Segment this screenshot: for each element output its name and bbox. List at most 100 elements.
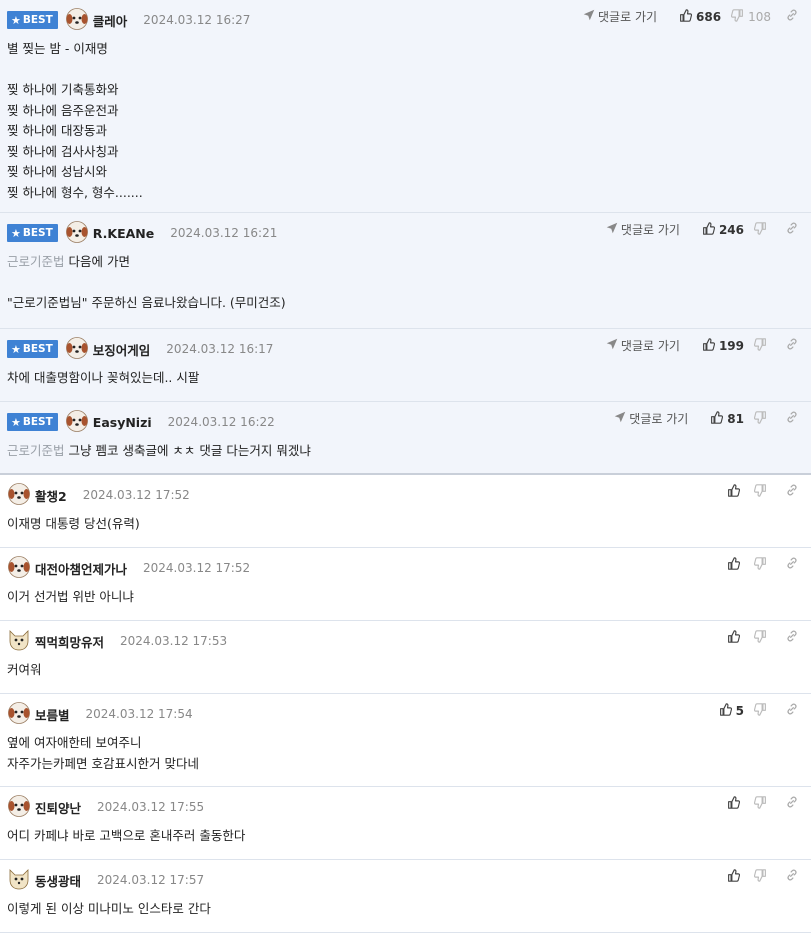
link-icon[interactable] [785,410,799,427]
link-icon[interactable] [785,483,799,500]
upvote-button[interactable] [727,795,744,812]
best-comment: ★ BEST 보징어게임 2024.03.12 16:17 댓글로 가기 199 차에 대출… [0,329,811,402]
upvote-button[interactable] [727,483,744,500]
comment-body: 커여워 [7,652,811,691]
mention-tag[interactable]: 근로기준법 [7,254,65,269]
nickname[interactable]: 활챙2 [35,486,67,505]
best-label: BEST [22,14,53,26]
downvote-button[interactable] [753,483,771,500]
link-icon[interactable] [785,8,799,25]
upvote-button[interactable] [727,868,744,885]
comment-actions [717,629,799,646]
comment-text: 커여워 [7,662,42,677]
downvote-button[interactable] [753,556,771,573]
comment-header: 대전아챔언제가나 2024.03.12 17:52 [7,555,811,582]
nickname[interactable]: R.KEANe [93,226,154,241]
comment-date: 2024.03.12 17:55 [97,800,205,814]
thumbs-up-icon [702,337,719,354]
downvote-button[interactable] [753,337,771,354]
downvote-button[interactable] [753,221,771,238]
comment-actions: 댓글로 가기 246 [606,221,799,238]
upvote-button[interactable]: 81 [710,410,744,427]
mention-tag[interactable]: 근로기준법 [7,443,65,458]
nickname[interactable]: 동생광태 [35,871,81,890]
star-icon: ★ [11,415,21,429]
comment-body: 차에 대출명함이나 꽂혀있는데.. 시팔 [7,360,811,399]
best-badge: ★ BEST [7,224,58,242]
nickname[interactable]: 대전아챔언제가나 [35,559,127,578]
downvote-button[interactable] [753,868,771,885]
avatar[interactable] [65,336,93,363]
upvote-count: 81 [727,411,744,426]
link-icon[interactable] [785,337,799,354]
avatar[interactable] [65,7,93,34]
downvote-button[interactable] [753,795,771,812]
thumbs-down-icon [753,337,771,354]
best-label: BEST [22,416,53,428]
avatar[interactable] [7,794,35,821]
thumbs-down-icon [753,556,771,573]
thumbs-down-icon [753,483,771,500]
upvote-button[interactable]: 686 [679,8,721,25]
thumbs-up-icon [710,410,727,427]
star-icon: ★ [11,226,21,240]
avatar[interactable] [7,867,35,894]
nickname[interactable]: EasyNizi [93,415,152,430]
avatar[interactable] [7,555,35,582]
nickname[interactable]: 보름별 [35,705,70,724]
comment-date: 2024.03.12 16:22 [167,415,275,429]
downvote-button[interactable] [753,702,771,719]
nickname[interactable]: 보징어게임 [93,340,151,359]
link-icon[interactable] [785,795,799,812]
comment-text: 옆에 여자애한테 보여주니 자주가는카페면 호감표시한거 맞다네 [7,735,199,771]
avatar[interactable] [7,628,35,655]
nickname[interactable]: 진퇴양난 [35,798,81,817]
upvote-button[interactable]: 5 [719,702,744,719]
link-icon[interactable] [785,702,799,719]
best-badge: ★ BEST [7,340,58,358]
link-icon[interactable] [785,556,799,573]
link-icon[interactable] [785,868,799,885]
comment-actions [717,868,799,885]
avatar[interactable] [7,482,35,509]
downvote-button[interactable] [753,629,771,646]
comment-actions [717,556,799,573]
comment-text: 이렇게 된 이상 미나미노 인스타로 간다 [7,901,211,916]
comment-actions: 댓글로 가기 199 [606,337,799,354]
thumbs-down-icon [753,221,771,238]
go-to-comment-link[interactable]: 댓글로 가기 [583,8,657,25]
send-arrow-icon [606,222,621,237]
downvote-button[interactable] [753,410,771,427]
upvote-button[interactable] [727,629,744,646]
upvote-button[interactable] [727,556,744,573]
thumbs-up-icon [679,8,696,25]
downvote-button[interactable]: 108 [731,8,771,25]
avatar[interactable] [65,409,93,436]
comment: 대전아챔언제가나 2024.03.12 17:52 이거 선거법 위반 아니냐 [0,548,811,621]
go-to-comment-link[interactable]: 댓글로 가기 [614,410,688,427]
upvote-button[interactable]: 246 [702,221,744,238]
comment-date: 2024.03.12 17:54 [85,707,193,721]
go-to-comment-label: 댓글로 가기 [598,10,658,24]
thumbs-down-icon [753,795,771,812]
comment-header: 동생광태 2024.03.12 17:57 [7,867,811,894]
comment-date: 2024.03.12 17:52 [143,561,251,575]
downvote-count: 108 [748,9,771,24]
comment-body: 별 찢는 밤 - 이재명 찢 하나에 기축통화와 찢 하나에 음주운전과 찢 하… [7,31,811,213]
thumbs-up-icon [727,556,744,573]
upvote-count: 246 [718,222,744,237]
best-comment: ★ BEST EasyNizi 2024.03.12 16:22 댓글로 가기 81 근로기… [0,402,811,475]
upvote-button[interactable]: 199 [702,337,744,354]
thumbs-down-icon [753,410,771,427]
go-to-comment-link[interactable]: 댓글로 가기 [606,221,680,238]
nickname[interactable]: 클레아 [93,11,128,30]
nickname[interactable]: 찍먹희망유저 [35,632,104,651]
best-label: BEST [22,227,53,239]
comment-date: 2024.03.12 17:57 [97,873,205,887]
go-to-comment-link[interactable]: 댓글로 가기 [606,337,680,354]
avatar[interactable] [7,701,35,728]
link-icon[interactable] [785,221,799,238]
comment: 활챙2 2024.03.12 17:52 이재명 대통령 당선(유력) [0,475,811,548]
link-icon[interactable] [785,629,799,646]
avatar[interactable] [65,220,93,247]
